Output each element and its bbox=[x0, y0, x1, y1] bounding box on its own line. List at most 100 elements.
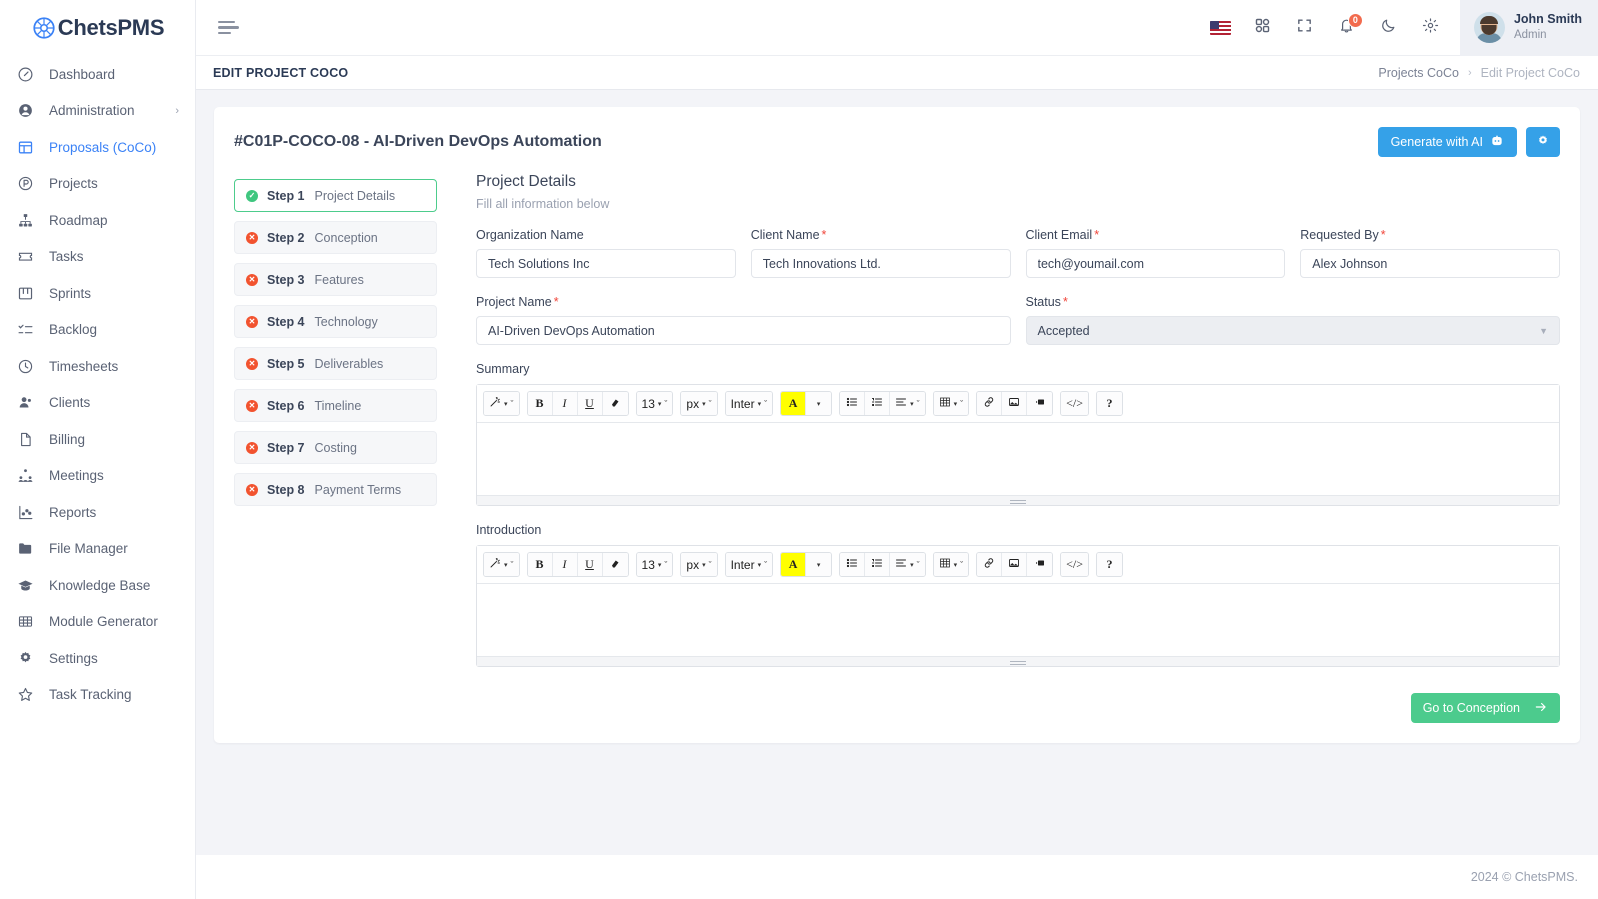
numbered-list-button[interactable] bbox=[865, 553, 891, 576]
font-family-select[interactable]: Inter ▾ ˇ bbox=[725, 553, 773, 576]
card-settings-button[interactable] bbox=[1526, 127, 1560, 157]
bold-button[interactable]: B bbox=[527, 392, 553, 415]
link-button[interactable] bbox=[977, 553, 1003, 576]
sidebar-item-task-tracking[interactable]: Task Tracking bbox=[0, 677, 195, 714]
sidebar-item-roadmap[interactable]: Roadmap bbox=[0, 202, 195, 239]
video-button[interactable] bbox=[1027, 553, 1053, 576]
introduction-editor-toolbar: ▾ ˇ B I U 13 ▾ ˇ px ▾ ˇ Inter ▾ ˇ A ▾ ▾ … bbox=[477, 546, 1559, 584]
underline-button[interactable]: U bbox=[577, 553, 603, 576]
sidebar-item-module-generator[interactable]: Module Generator bbox=[0, 604, 195, 641]
link-button[interactable] bbox=[977, 392, 1003, 415]
sidebar-item-timesheets[interactable]: Timesheets bbox=[0, 348, 195, 385]
client-email-input[interactable] bbox=[1025, 249, 1286, 278]
font-size-select[interactable]: 13 ▾ ˇ bbox=[636, 392, 673, 415]
table-button[interactable]: ▾ ˇ bbox=[933, 553, 969, 576]
breadcrumb-separator-icon: › bbox=[1467, 66, 1472, 79]
video-button[interactable] bbox=[1027, 392, 1053, 415]
step-item-2[interactable]: ✕ Step 2 Conception bbox=[234, 221, 437, 254]
project-code-title: #C01P-COCO-08 - AI-Driven DevOps Automat… bbox=[234, 133, 602, 150]
clear-format-button[interactable] bbox=[602, 392, 628, 415]
fullscreen-button[interactable] bbox=[1286, 9, 1324, 47]
apps-grid-button[interactable] bbox=[1244, 9, 1282, 47]
sidebar-item-dashboard[interactable]: Dashboard bbox=[0, 56, 195, 93]
highlight-color-dropdown[interactable]: ▾ bbox=[806, 392, 832, 415]
step-item-7[interactable]: ✕ Step 7 Costing bbox=[234, 431, 437, 464]
step-item-8[interactable]: ✕ Step 8 Payment Terms bbox=[234, 473, 437, 506]
highlight-color-dropdown[interactable]: ▾ bbox=[806, 553, 832, 576]
italic-button[interactable]: I bbox=[552, 553, 578, 576]
sidebar-item-label: Proposals (CoCo) bbox=[49, 139, 157, 155]
bullet-list-button[interactable] bbox=[840, 553, 866, 576]
step-number: Step 5 bbox=[267, 356, 305, 371]
step-item-6[interactable]: ✕ Step 6 Timeline bbox=[234, 389, 437, 422]
code-view-button[interactable]: </> bbox=[1061, 553, 1089, 576]
sidebar-item-knowledge-base[interactable]: Knowledge Base bbox=[0, 567, 195, 604]
sidebar-item-meetings[interactable]: Meetings bbox=[0, 458, 195, 495]
introduction-editor-body[interactable] bbox=[477, 584, 1559, 656]
numbered-list-button[interactable] bbox=[865, 392, 891, 415]
table-button[interactable]: ▾ ˇ bbox=[933, 392, 969, 415]
sidebar-item-administration[interactable]: Administration › bbox=[0, 93, 195, 130]
italic-button[interactable]: I bbox=[552, 392, 578, 415]
breadcrumb-item-projects-coco[interactable]: Projects CoCo bbox=[1378, 66, 1459, 80]
magic-style-button[interactable]: ▾ ˇ bbox=[484, 553, 519, 576]
generate-with-ai-button[interactable]: Generate with AI bbox=[1377, 127, 1517, 157]
magic-style-button[interactable]: ▾ ˇ bbox=[484, 392, 519, 415]
image-button[interactable] bbox=[1002, 392, 1028, 415]
brand-logo-area[interactable]: ChetsPMS bbox=[0, 0, 195, 56]
status-select[interactable]: Accepted ▼ bbox=[1025, 316, 1560, 345]
code-view-button[interactable]: </> bbox=[1061, 392, 1089, 415]
language-flag-button[interactable] bbox=[1202, 9, 1240, 47]
client-name-input[interactable] bbox=[750, 249, 1011, 278]
sidebar-item-proposals-coco[interactable]: Proposals (CoCo) bbox=[0, 129, 195, 166]
step-item-1[interactable]: ✓ Step 1 Project Details bbox=[234, 179, 437, 212]
summary-editor-body[interactable] bbox=[477, 423, 1559, 495]
sidebar-item-settings[interactable]: Settings bbox=[0, 640, 195, 677]
image-button[interactable] bbox=[1002, 553, 1028, 576]
header-settings-button[interactable] bbox=[1412, 9, 1450, 47]
hamburger-icon[interactable] bbox=[218, 20, 239, 35]
clear-format-button[interactable] bbox=[602, 553, 628, 576]
sidebar-item-billing[interactable]: Billing bbox=[0, 421, 195, 458]
bold-button[interactable]: B bbox=[527, 553, 553, 576]
font-unit-select[interactable]: px ▾ ˇ bbox=[681, 553, 717, 576]
form-row-2: Project Name* Status* Accepted ▼ bbox=[476, 295, 1560, 345]
font-family-select[interactable]: Inter ▾ ˇ bbox=[725, 392, 773, 415]
highlight-color-button[interactable]: A bbox=[781, 392, 807, 415]
go-to-conception-button[interactable]: Go to Conception bbox=[1410, 693, 1560, 723]
font-size-select[interactable]: 13 ▾ ˇ bbox=[636, 553, 673, 576]
summary-editor-resize-handle[interactable] bbox=[477, 495, 1559, 505]
step-label: Features bbox=[314, 272, 364, 287]
underline-button[interactable]: U bbox=[577, 392, 603, 415]
chevron-icon: ˇ bbox=[510, 398, 514, 409]
notifications-button[interactable]: 0 bbox=[1328, 9, 1366, 47]
project-name-input[interactable] bbox=[476, 316, 1011, 345]
step-label: Timeline bbox=[314, 398, 362, 413]
highlight-color-button[interactable]: A bbox=[781, 553, 807, 576]
sidebar-item-backlog[interactable]: Backlog bbox=[0, 312, 195, 349]
sidebar-item-tasks[interactable]: Tasks bbox=[0, 239, 195, 276]
organization-name-input[interactable] bbox=[476, 249, 736, 278]
sidebar-item-projects[interactable]: Projects bbox=[0, 166, 195, 203]
help-button[interactable]: ? bbox=[1097, 392, 1123, 415]
step-item-5[interactable]: ✕ Step 5 Deliverables bbox=[234, 347, 437, 380]
sidebar-item-sprints[interactable]: Sprints bbox=[0, 275, 195, 312]
client-name-label: Client Name * bbox=[751, 228, 1011, 242]
bullet-list-button[interactable] bbox=[840, 392, 866, 415]
grid-apps-icon bbox=[1254, 17, 1271, 39]
step-item-3[interactable]: ✕ Step 3 Features bbox=[234, 263, 437, 296]
theme-toggle-button[interactable] bbox=[1370, 9, 1408, 47]
sidebar-item-label: Clients bbox=[49, 395, 91, 411]
help-button[interactable]: ? bbox=[1097, 553, 1123, 576]
user-profile-menu[interactable]: John Smith Admin bbox=[1459, 0, 1598, 56]
font-unit-select[interactable]: px ▾ ˇ bbox=[681, 392, 717, 415]
requested-by-input[interactable] bbox=[1300, 249, 1560, 278]
align-button[interactable]: ▾ ˇ bbox=[890, 553, 925, 576]
step-number: Step 1 bbox=[267, 188, 305, 203]
sidebar-item-file-manager[interactable]: File Manager bbox=[0, 531, 195, 568]
sidebar-item-clients[interactable]: Clients bbox=[0, 385, 195, 422]
introduction-editor-resize-handle[interactable] bbox=[477, 656, 1559, 666]
align-button[interactable]: ▾ ˇ bbox=[890, 392, 925, 415]
step-item-4[interactable]: ✕ Step 4 Technology bbox=[234, 305, 437, 338]
sidebar-item-reports[interactable]: Reports bbox=[0, 494, 195, 531]
